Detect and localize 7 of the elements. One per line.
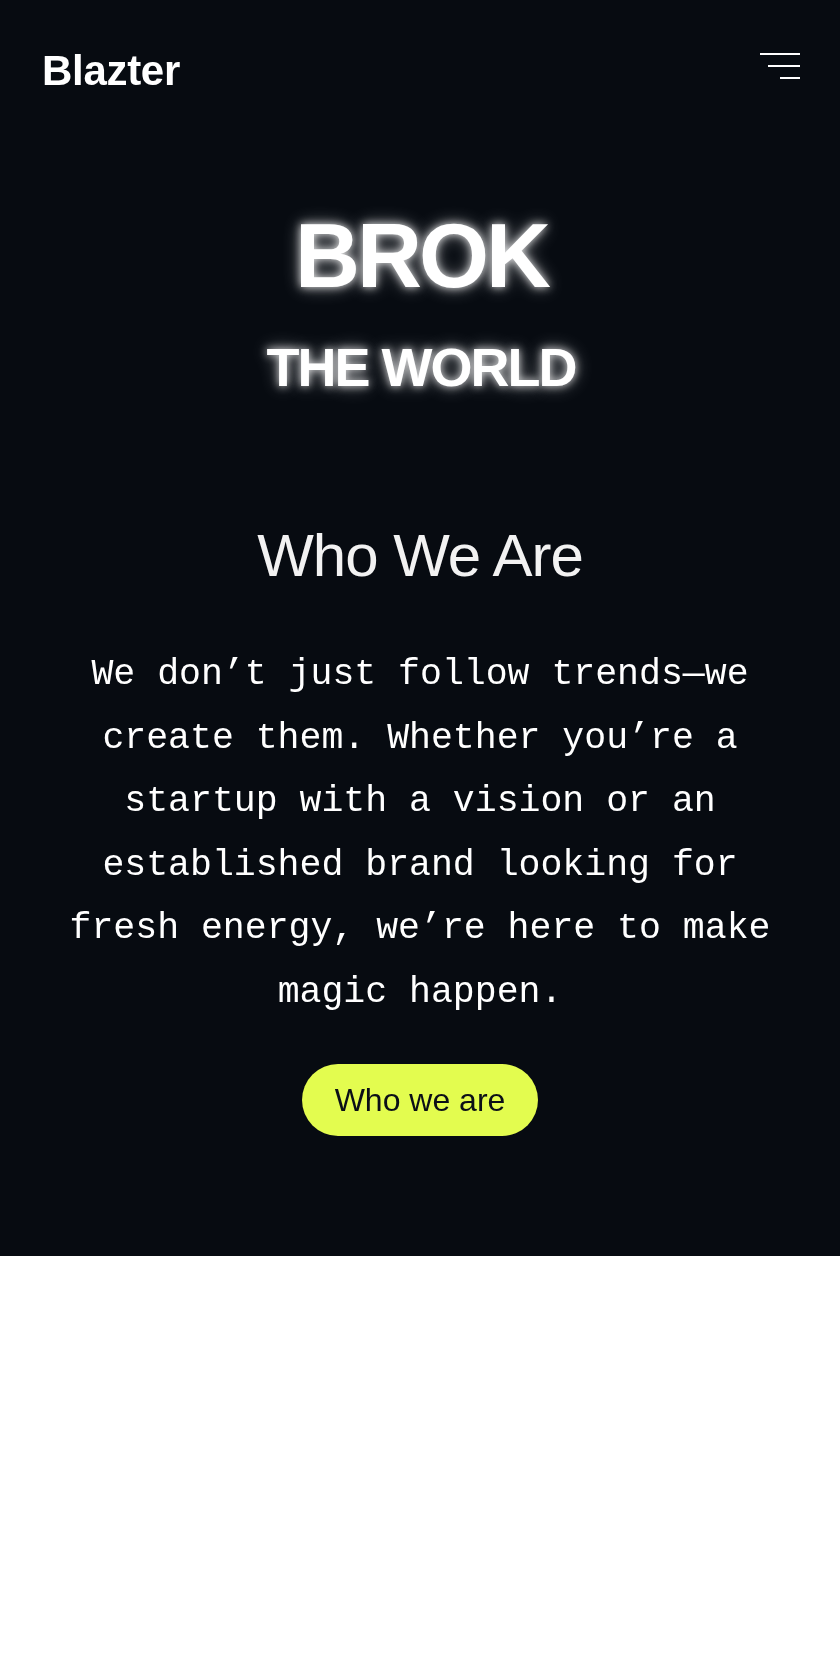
logo[interactable]: Blazter bbox=[42, 50, 180, 92]
hero-title: BROK bbox=[294, 211, 548, 301]
intro-paragraph: We don’t just follow trends—we create them. Whether you’re a startup with a vision or an established brand looking for fresh energy, we’re here to make magic happen. bbox=[68, 653, 772, 1015]
section-heading: Who We Are bbox=[257, 526, 583, 586]
who-we-are-button[interactable]: Who we are bbox=[302, 1064, 538, 1136]
menu-icon[interactable] bbox=[760, 53, 800, 79]
hero-subtitle: THE WORLD bbox=[265, 340, 576, 394]
